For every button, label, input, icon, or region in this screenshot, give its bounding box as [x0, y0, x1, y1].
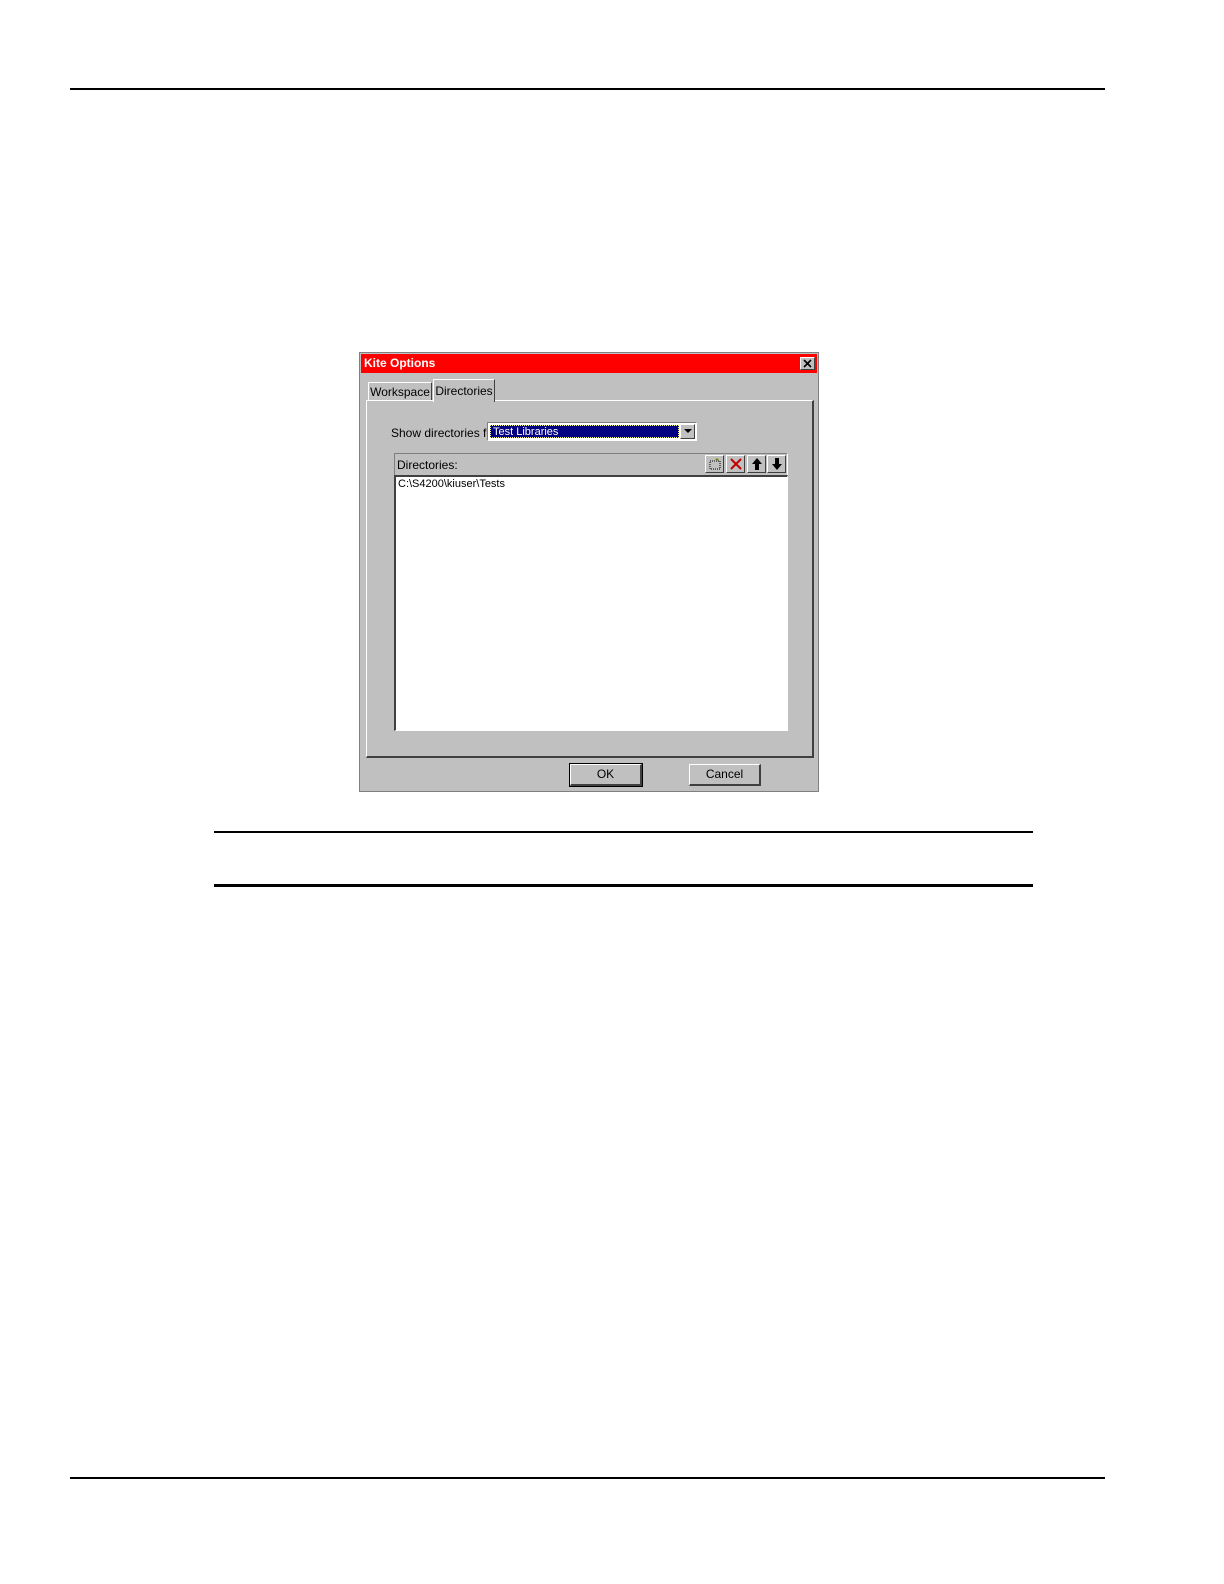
footer-rule	[70, 1477, 1105, 1479]
directories-list[interactable]: C:\S4200\kiuser\Tests	[394, 475, 788, 731]
show-directories-label: Show directories for:	[391, 426, 501, 440]
chevron-down-icon	[684, 429, 692, 433]
show-directories-value: Test Libraries	[490, 425, 679, 438]
show-directories-select[interactable]: Test Libraries	[487, 422, 697, 441]
move-up-icon	[752, 458, 762, 470]
close-icon	[803, 359, 812, 368]
move-down-icon	[772, 458, 782, 470]
title-bar[interactable]: Kite Options	[361, 354, 817, 373]
cancel-button[interactable]: Cancel	[689, 764, 761, 786]
caption-rule-top	[214, 831, 1033, 833]
list-item[interactable]: C:\S4200\kiuser\Tests	[398, 478, 505, 490]
tab-workspace[interactable]: Workspace	[368, 382, 432, 402]
new-folder-icon	[709, 458, 721, 470]
kite-options-dialog: Kite Options Workspace Directories Show …	[359, 352, 819, 792]
directories-panel: Show directories for: Test Libraries Dir…	[366, 400, 814, 758]
close-button[interactable]	[800, 357, 815, 370]
header-rule	[70, 88, 1105, 90]
dropdown-button[interactable]	[680, 424, 695, 439]
tab-workspace-label: Workspace	[370, 385, 430, 399]
move-up-button[interactable]	[747, 455, 766, 473]
tab-directories[interactable]: Directories	[433, 379, 495, 402]
directories-label: Directories:	[397, 458, 458, 472]
move-down-button[interactable]	[767, 455, 786, 473]
ok-button[interactable]: OK	[569, 763, 643, 787]
tab-directories-label: Directories	[435, 384, 493, 398]
delete-icon	[730, 458, 742, 470]
dialog-title: Kite Options	[364, 356, 436, 370]
caption-rule-bottom	[214, 884, 1033, 887]
delete-directory-button[interactable]	[726, 455, 745, 473]
directories-header: Directories:	[394, 453, 788, 475]
new-directory-button[interactable]	[705, 455, 724, 473]
